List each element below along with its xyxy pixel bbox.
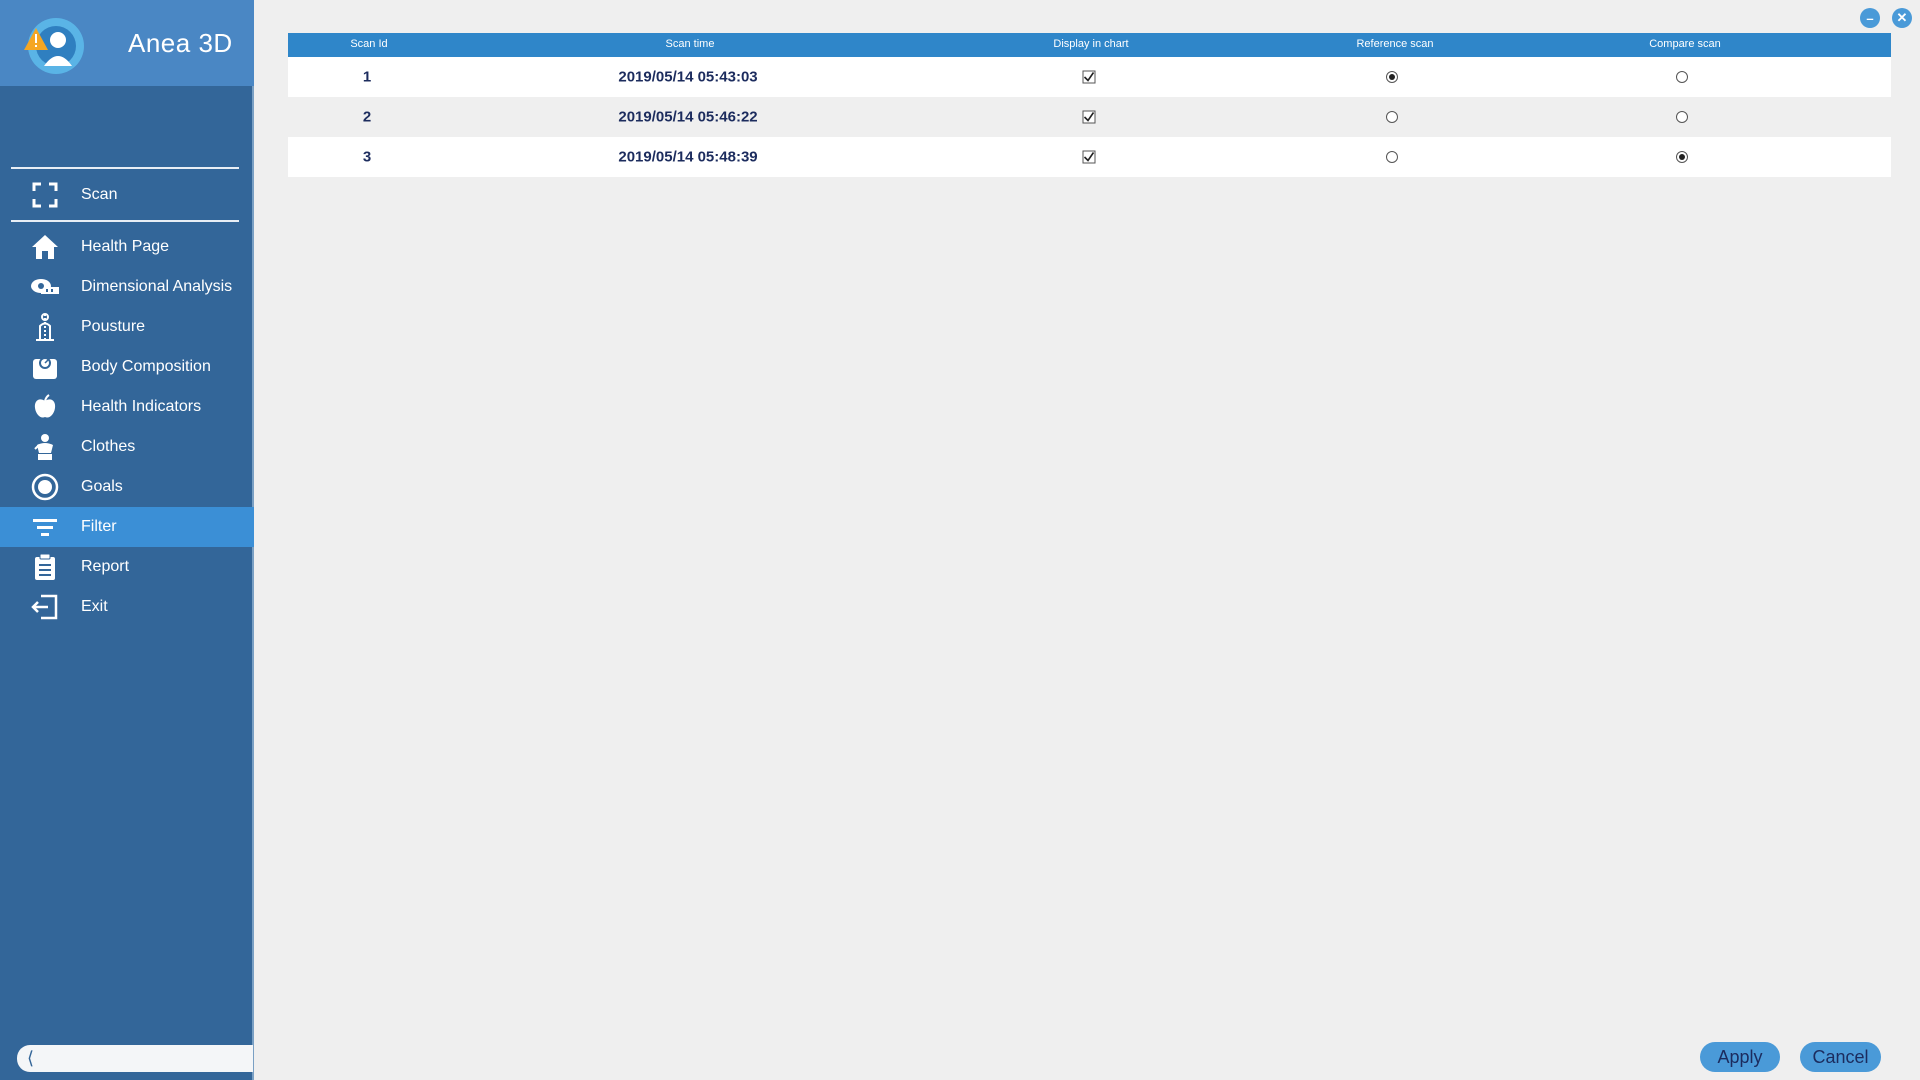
sidebar-item-report[interactable]: Report [0,547,254,587]
clothes-icon [30,432,60,462]
sidebar-item-scan[interactable]: Scan [0,175,254,215]
scan-time-cell: 2019/05/14 05:46:22 [618,108,758,126]
scan-frame-icon [30,180,60,210]
sidebar-item-label: Health Indicators [81,398,202,415]
minimize-button[interactable]: – [1860,8,1880,28]
sidebar-item-goals[interactable]: Goals [0,467,254,507]
display-in-chart-checkbox[interactable] [1082,110,1096,124]
column-header-scan-time: Scan time [665,38,715,50]
exit-icon [30,592,60,622]
chevron-left-icon: ⟨ [27,1048,35,1068]
sidebar: Anea 3D Scan Health Page Dimensional Ana… [0,0,254,1080]
scan-filter-table: Scan Id Scan time Display in chart Refer… [288,33,1891,177]
column-header-scan-id: Scan Id [350,38,388,50]
sidebar-item-label: Dimensional Analysis [81,278,233,295]
reference-scan-radio[interactable] [1386,111,1398,123]
target-icon [30,472,60,502]
sidebar-item-label: Health Page [81,238,170,255]
column-header-display-in-chart: Display in chart [1053,38,1129,50]
sidebar-item-exit[interactable]: Exit [0,587,254,627]
sidebar-item-label: Pousture [81,318,146,335]
nav-divider-top [11,167,239,169]
sidebar-item-label: Clothes [81,438,136,455]
table-row: 3 2019/05/14 05:48:39 [288,137,1891,177]
logo-bar: Anea 3D [0,0,254,86]
sidebar-item-label: Body Composition [81,358,211,375]
checkmark-icon [1083,72,1095,82]
sidebar-item-filter[interactable]: Filter [0,507,254,547]
home-icon [30,232,60,262]
filter-icon [30,512,60,542]
scan-id-cell: 1 [362,68,372,86]
close-button[interactable]: ✕ [1892,8,1912,28]
table-row: 2 2019/05/14 05:46:22 [288,97,1891,137]
sidebar-item-health-page[interactable]: Health Page [0,227,254,267]
app-title: Anea 3D [128,28,233,58]
sidebar-collapse-button[interactable]: ⟨ [17,1045,253,1072]
compare-scan-radio[interactable] [1676,151,1688,163]
checkmark-icon [1083,152,1095,162]
compare-scan-radio[interactable] [1676,71,1688,83]
sidebar-item-label: Report [81,558,130,575]
apple-icon [30,392,60,422]
scale-icon [30,352,60,382]
posture-icon [30,312,60,342]
sidebar-item-clothes[interactable]: Clothes [0,427,254,467]
clipboard-icon [30,552,60,582]
measuring-tape-icon [30,272,60,302]
sidebar-item-label: Exit [81,598,108,615]
table-row: 1 2019/05/14 05:43:03 [288,57,1891,97]
sidebar-item-posture[interactable]: Pousture [0,307,254,347]
reference-scan-radio[interactable] [1386,71,1398,83]
scan-time-cell: 2019/05/14 05:43:03 [618,68,758,86]
app-logo-icon [24,18,84,74]
apply-button[interactable]: Apply [1700,1042,1780,1072]
close-icon: ✕ [1896,10,1908,25]
sidebar-item-body-composition[interactable]: Body Composition [0,347,254,387]
column-header-reference-scan: Reference scan [1356,38,1434,50]
sidebar-item-label: Filter [81,518,117,535]
cancel-button[interactable]: Cancel [1800,1042,1881,1072]
column-header-compare-scan: Compare scan [1649,38,1721,50]
minimize-icon: – [1866,10,1874,26]
reference-scan-radio[interactable] [1386,151,1398,163]
sidebar-item-dimensional-analysis[interactable]: Dimensional Analysis [0,267,254,307]
checkmark-icon [1083,112,1095,122]
scan-time-cell: 2019/05/14 05:48:39 [618,148,758,166]
sidebar-item-label: Goals [81,478,123,495]
radio-selected-dot [1389,74,1395,80]
scan-id-cell: 3 [362,148,372,166]
sidebar-item-label: Scan [81,186,118,203]
display-in-chart-checkbox[interactable] [1082,150,1096,164]
scan-id-cell: 2 [362,108,372,126]
sidebar-item-health-indicators[interactable]: Health Indicators [0,387,254,427]
table-header: Scan Id Scan time Display in chart Refer… [288,33,1891,57]
radio-selected-dot [1679,154,1685,160]
display-in-chart-checkbox[interactable] [1082,70,1096,84]
compare-scan-radio[interactable] [1676,111,1688,123]
nav-divider-bottom [11,220,239,222]
